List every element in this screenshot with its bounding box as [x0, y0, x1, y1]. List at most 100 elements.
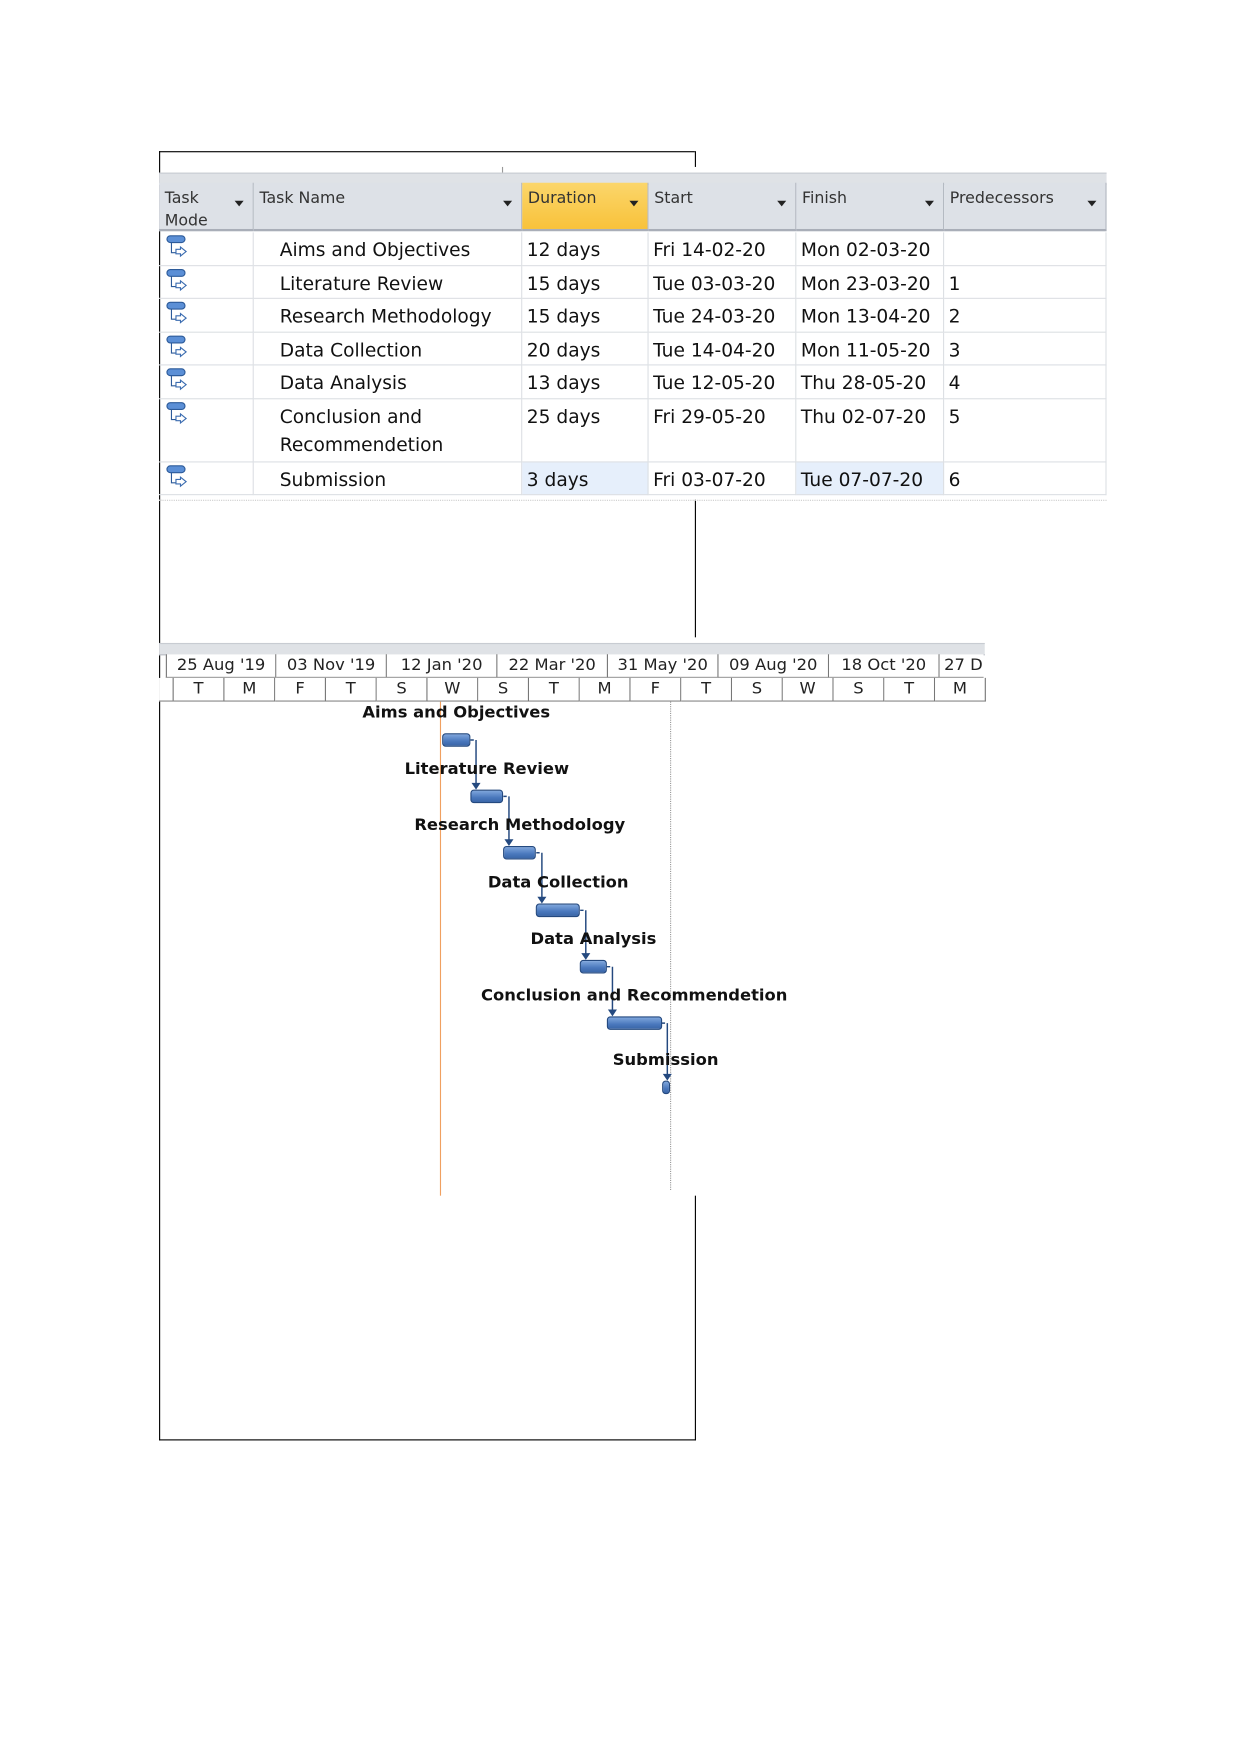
cell-task-name[interactable]: Submission	[253, 462, 523, 496]
cell-task-mode	[159, 398, 254, 463]
frame-border	[694, 151, 696, 167]
column-header-task-name[interactable]: Task Name	[253, 182, 523, 232]
dependency-arrow-icon	[471, 782, 481, 790]
task-bar-label: Submission	[612, 1051, 719, 1070]
column-header-label: Predecessors	[949, 189, 1054, 208]
cell-task-name[interactable]: Literature Review	[253, 265, 523, 299]
dropdown-arrow-icon[interactable]	[503, 200, 513, 207]
task-bar-label: Literature Review	[404, 760, 570, 779]
cell-task-name[interactable]: Aims and Objectives	[253, 232, 523, 266]
task-bar[interactable]	[503, 846, 537, 860]
task-bar[interactable]	[580, 959, 607, 974]
timescale-minor-tick: S	[833, 677, 885, 702]
cell-text: 12 days	[526, 239, 601, 261]
cell-start[interactable]: Tue 24-03-20	[648, 298, 797, 333]
cell-task-mode	[159, 298, 254, 333]
cell-start[interactable]: Tue 03-03-20	[648, 265, 797, 299]
cell-task-mode	[159, 232, 254, 268]
cell-duration[interactable]: 15 days	[522, 298, 649, 333]
dropdown-arrow-icon[interactable]	[629, 200, 639, 207]
column-header-duration[interactable]: Duration	[522, 182, 649, 232]
dependency-arrow-icon	[504, 839, 514, 846]
dropdown-arrow-icon[interactable]	[777, 200, 787, 207]
column-header-task-mode[interactable]: Task Mode	[159, 182, 254, 232]
cell-finish[interactable]: Mon 23-03-20	[796, 265, 945, 299]
task-bar[interactable]	[442, 733, 471, 747]
cell-task-mode	[159, 462, 254, 498]
cell-start[interactable]: Fri 14-02-20	[648, 232, 797, 266]
cell-start[interactable]: Fri 03-07-20	[648, 462, 797, 496]
cell-predecessors[interactable]: 5	[944, 398, 1107, 463]
cell-start[interactable]: Tue 12-05-20	[648, 365, 797, 399]
auto-scheduled-task-icon	[166, 465, 191, 498]
cell-predecessors[interactable]: 2	[944, 298, 1107, 333]
timescale-major-tick: 31 May '20	[607, 654, 719, 678]
frame-border	[694, 1195, 696, 1441]
cell-text: Thu 28-05-20	[800, 372, 927, 394]
cell-duration[interactable]: 20 days	[522, 332, 649, 366]
cell-predecessors[interactable]: 3	[944, 332, 1107, 366]
auto-scheduled-task-icon	[166, 235, 191, 268]
task-bar[interactable]	[470, 789, 504, 804]
cell-text: Fri 29-05-20	[653, 405, 766, 427]
cell-start[interactable]: Tue 14-04-20	[648, 332, 797, 366]
cell-text: Mon 23-03-20	[800, 272, 931, 294]
auto-scheduled-task-icon	[166, 401, 191, 434]
timescale-minor-tick: F	[275, 677, 326, 702]
task-bar[interactable]	[536, 903, 581, 918]
dropdown-arrow-icon[interactable]	[234, 200, 244, 207]
cell-duration[interactable]: 3 days	[522, 462, 649, 496]
cell-task-name[interactable]: Data Collection	[253, 332, 523, 366]
task-bar-label: Data Collection	[487, 874, 629, 893]
timescale-minor-tick: S	[732, 677, 783, 702]
cell-task-mode	[159, 265, 254, 299]
cell-text: Tue 12-05-20	[653, 372, 776, 394]
task-bar-label: Conclusion and Recommendetion	[481, 987, 788, 1006]
auto-scheduled-task-icon	[166, 334, 191, 367]
task-bar[interactable]	[661, 1080, 670, 1095]
cell-finish[interactable]: Thu 28-05-20	[796, 365, 945, 399]
dependency-arrow-icon	[607, 1009, 617, 1017]
timescale-minor-tick: T	[884, 677, 936, 702]
cell-text: Data Collection	[279, 338, 423, 361]
task-bar[interactable]	[606, 1016, 662, 1030]
cell-predecessors[interactable]	[944, 232, 1107, 266]
cell-finish[interactable]: Tue 07-07-20	[796, 462, 945, 496]
cell-duration[interactable]: 12 days	[522, 232, 649, 266]
cell-finish[interactable]: Thu 02-07-20	[796, 398, 945, 463]
cell-text: Thu 02-07-20	[800, 405, 927, 427]
column-header-label: Start	[654, 189, 693, 208]
cell-text: Fri 14-02-20	[653, 239, 766, 261]
column-header-predecessors[interactable]: Predecessors	[944, 182, 1107, 232]
cell-finish[interactable]: Mon 11-05-20	[796, 332, 945, 366]
timescale-minor-tick: F	[630, 677, 682, 702]
timescale-minor-tick: W	[427, 677, 479, 702]
column-header-finish[interactable]: Finish	[796, 182, 945, 232]
cell-task-name[interactable]: Data Analysis	[253, 365, 523, 399]
cell-duration[interactable]: 13 days	[522, 365, 649, 399]
cell-predecessors[interactable]: 6	[944, 462, 1107, 496]
timescale-minor-tick	[159, 677, 174, 702]
cell-start[interactable]: Fri 29-05-20	[648, 398, 797, 463]
column-header-start[interactable]: Start	[648, 182, 797, 232]
timescale-minor-tick: T	[529, 677, 580, 702]
cell-text: Tue 03-03-20	[653, 272, 776, 294]
cell-duration[interactable]: 15 days	[522, 265, 649, 299]
cell-predecessors[interactable]: 1	[944, 265, 1107, 299]
cell-duration[interactable]: 25 days	[522, 398, 649, 463]
timescale-minor-tick: M	[224, 677, 276, 702]
dropdown-arrow-icon[interactable]	[924, 200, 934, 207]
column-header-label: Duration	[527, 189, 597, 208]
cell-task-name[interactable]: Research Methodology	[253, 298, 523, 333]
cell-task-name[interactable]: Conclusion and Recommendetion	[253, 398, 523, 463]
cell-predecessors[interactable]: 4	[944, 365, 1107, 399]
task-bar-label: Data Analysis	[530, 930, 657, 949]
timescale-major-tick: 03 Nov '19	[276, 654, 387, 678]
timescale-minor-tick: M	[579, 677, 631, 702]
cell-text: Literature Review	[279, 272, 444, 294]
cell-finish[interactable]: Mon 02-03-20	[796, 232, 945, 266]
cell-finish[interactable]: Mon 13-04-20	[796, 298, 945, 333]
cell-text: 15 days	[526, 305, 601, 328]
dropdown-arrow-icon[interactable]	[1087, 200, 1097, 207]
cell-text: 13 days	[526, 372, 601, 394]
